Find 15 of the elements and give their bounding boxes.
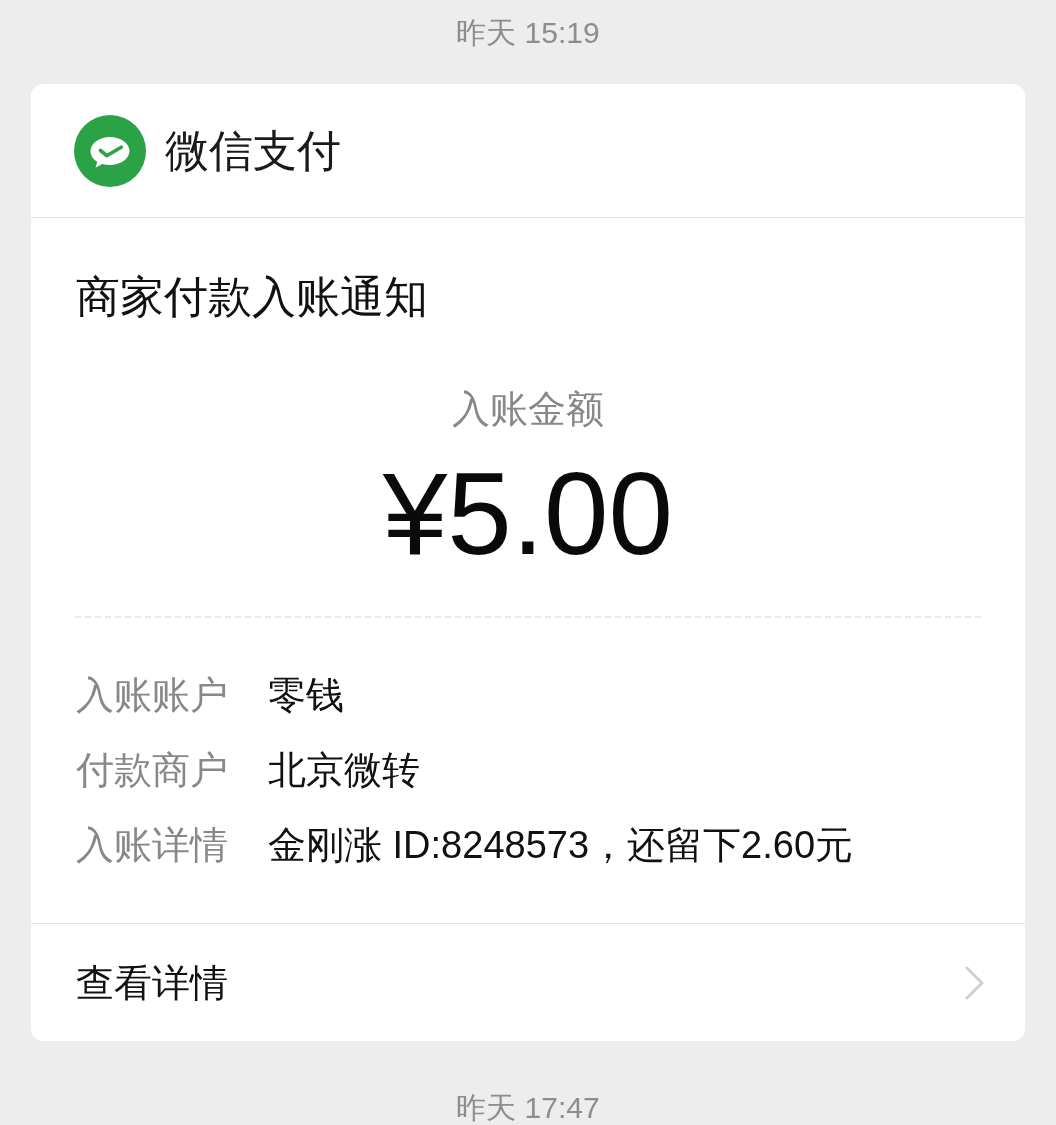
detail-label: 入账账户: [76, 672, 229, 718]
detail-value: 金刚涨 ID:8248573，还留下2.60元: [268, 822, 853, 868]
amount-value: ¥5.00: [382, 449, 674, 579]
chat-bubble-check-icon: [74, 114, 146, 187]
detail-label: 付款商户: [76, 747, 229, 793]
timestamp: 昨天 17:47: [456, 1092, 600, 1123]
view-details-link[interactable]: 查看详情: [31, 923, 1025, 1041]
detail-label: 入账详情: [76, 822, 229, 868]
detail-value: 零钱: [268, 672, 344, 718]
detail-value: 北京微转: [268, 747, 420, 793]
amount-label: 入账金额: [452, 387, 604, 432]
app-name: 微信支付: [165, 124, 341, 177]
chevron-right-icon: [965, 965, 985, 1000]
notification-title: 商家付款入账通知: [76, 273, 429, 321]
timestamp: 昨天 15:19: [456, 15, 600, 51]
